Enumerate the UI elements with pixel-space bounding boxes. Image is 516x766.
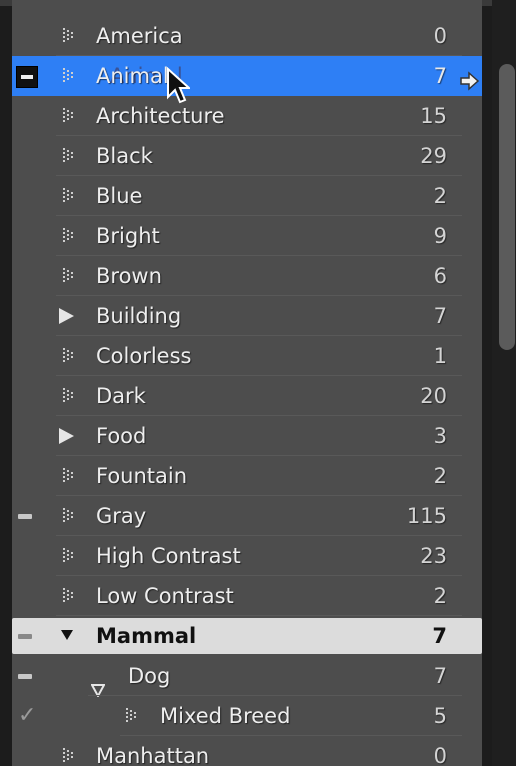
arrow-right-icon[interactable] bbox=[458, 65, 480, 91]
keyword-dots-icon bbox=[63, 548, 77, 564]
keyword-label: Bright bbox=[96, 224, 160, 248]
minus-icon[interactable] bbox=[18, 634, 32, 639]
keyword-row-dog[interactable]: Dog 7 bbox=[12, 656, 482, 699]
keyword-row-animal[interactable]: Animal Animal 7 bbox=[12, 56, 482, 96]
keyword-dots-icon bbox=[63, 108, 77, 124]
keyword-row-mammal[interactable]: Mammal 7 bbox=[12, 618, 482, 654]
keyword-count: 0 bbox=[433, 744, 447, 766]
keyword-label: Colorless bbox=[96, 344, 192, 368]
keyword-dots-icon bbox=[63, 348, 77, 364]
keyword-dots-icon bbox=[63, 268, 77, 284]
keyword-dots-icon bbox=[63, 68, 77, 84]
keyword-row-food[interactable]: Food 3 bbox=[12, 416, 482, 456]
keyword-row-manhattan[interactable]: Manhattan 0 bbox=[12, 736, 482, 766]
keyword-row-fountain[interactable]: Fountain 2 bbox=[12, 456, 482, 496]
keyword-count: 3 bbox=[433, 424, 447, 448]
keyword-count: 7 bbox=[433, 664, 447, 688]
keyword-row-mixed-breed[interactable]: ✓ Mixed Breed 5 bbox=[12, 696, 482, 736]
keyword-row-america[interactable]: America 0 bbox=[12, 16, 482, 56]
keyword-row-low-contrast[interactable]: Low Contrast 2 bbox=[12, 576, 482, 616]
keyword-row-brown[interactable]: Brown 6 bbox=[12, 256, 482, 296]
checkmark-icon[interactable]: ✓ bbox=[18, 702, 36, 730]
keyword-count: 15 bbox=[420, 104, 447, 128]
keyword-count: 5 bbox=[433, 704, 447, 728]
keyword-label: Dog bbox=[128, 664, 171, 688]
keyword-label: Dark bbox=[96, 384, 146, 408]
keyword-dots-icon bbox=[63, 28, 77, 44]
scrollbar-thumb[interactable] bbox=[499, 64, 515, 350]
keyword-row-gray[interactable]: Gray 115 bbox=[12, 496, 482, 536]
keyword-label: Mixed Breed bbox=[160, 704, 291, 728]
keyword-count: 7 bbox=[433, 304, 447, 328]
keyword-row-bright[interactable]: Bright 9 bbox=[12, 216, 482, 256]
keyword-label: Building bbox=[96, 304, 182, 328]
keyword-label: Black bbox=[96, 144, 153, 168]
keyword-row-black[interactable]: Black 29 bbox=[12, 136, 482, 176]
keyword-row-high-contrast[interactable]: High Contrast 23 bbox=[12, 536, 482, 576]
keyword-label: Low Contrast bbox=[96, 584, 234, 608]
keyword-label: Mammal bbox=[96, 624, 197, 648]
keyword-dots-icon bbox=[63, 148, 77, 164]
keyword-count: 2 bbox=[433, 584, 447, 608]
keyword-label: Gray bbox=[96, 504, 147, 528]
keyword-row-architecture[interactable]: Architecture 15 bbox=[12, 96, 482, 136]
keyword-row-dark[interactable]: Dark 20 bbox=[12, 376, 482, 416]
keyword-dots-icon bbox=[63, 388, 77, 404]
keyword-count: 20 bbox=[420, 384, 447, 408]
minus-icon[interactable] bbox=[16, 66, 38, 88]
keyword-label: Animal bbox=[96, 64, 169, 88]
keyword-count: 7 bbox=[433, 64, 447, 88]
keyword-count: 29 bbox=[420, 144, 447, 168]
keyword-count: 9 bbox=[433, 224, 447, 248]
keyword-count: 1 bbox=[433, 344, 447, 368]
keyword-label: Architecture bbox=[96, 104, 225, 128]
minus-icon[interactable] bbox=[18, 514, 32, 519]
keyword-label: Food bbox=[96, 424, 147, 448]
keyword-dots-icon bbox=[63, 748, 77, 764]
keyword-row-blue[interactable]: Blue 2 bbox=[12, 176, 482, 216]
keyword-dots-icon bbox=[63, 588, 77, 604]
minus-icon[interactable] bbox=[18, 674, 32, 679]
keyword-count: 2 bbox=[433, 184, 447, 208]
keyword-count: 7 bbox=[432, 624, 447, 648]
keyword-dots-icon bbox=[63, 468, 77, 484]
keyword-dots-icon bbox=[63, 508, 77, 524]
keyword-label: High Contrast bbox=[96, 544, 241, 568]
row-separator bbox=[56, 615, 462, 616]
keyword-count: 23 bbox=[420, 544, 447, 568]
keyword-row-colorless[interactable]: Colorless 1 bbox=[12, 336, 482, 376]
mouse-cursor-icon bbox=[167, 67, 190, 104]
keyword-dots-icon bbox=[126, 708, 140, 724]
keyword-row-building[interactable]: Building 7 bbox=[12, 296, 482, 336]
keyword-label: Blue bbox=[96, 184, 143, 208]
keyword-count: 2 bbox=[433, 464, 447, 488]
keyword-label: Manhattan bbox=[96, 744, 210, 766]
keyword-count: 115 bbox=[406, 504, 447, 528]
keyword-count: 6 bbox=[433, 264, 447, 288]
triangle-down-icon[interactable] bbox=[90, 670, 106, 699]
keyword-label: Fountain bbox=[96, 464, 188, 488]
keyword-dots-icon bbox=[63, 228, 77, 244]
keyword-dots-icon bbox=[63, 188, 77, 204]
triangle-down-icon[interactable] bbox=[61, 630, 73, 640]
keyword-list-panel: America 0 Animal Animal 7 Architecture 1… bbox=[12, 0, 482, 766]
keyword-count: 0 bbox=[433, 24, 447, 48]
keyword-label: America bbox=[96, 24, 183, 48]
triangle-right-icon[interactable] bbox=[59, 428, 74, 444]
triangle-right-icon[interactable] bbox=[59, 308, 74, 324]
keyword-label: Brown bbox=[96, 264, 162, 288]
